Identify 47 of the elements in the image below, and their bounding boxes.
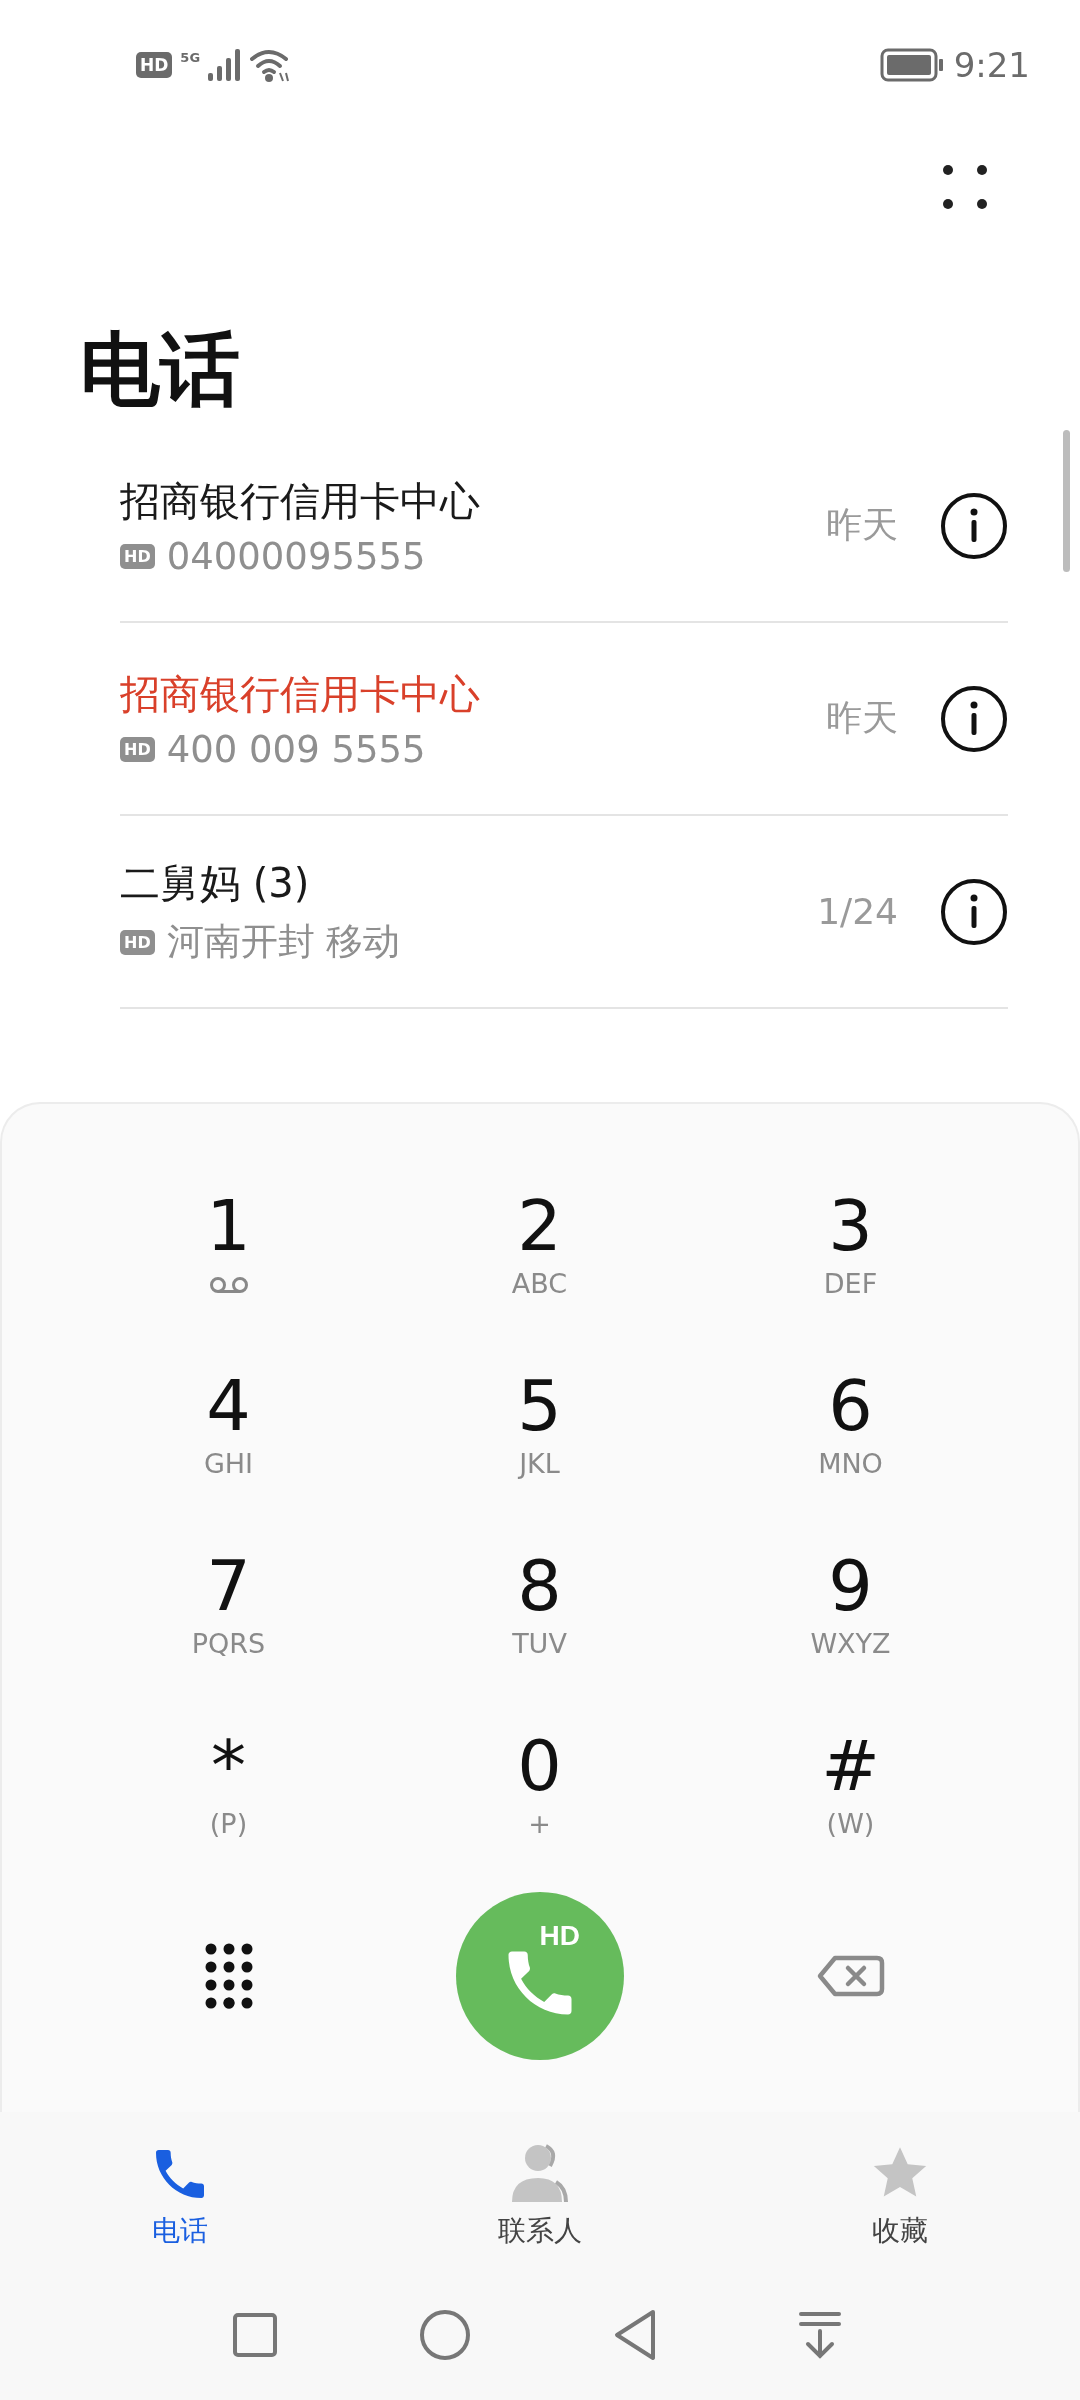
hd-badge: HD: [120, 736, 155, 762]
dial-key[interactable]: * (P): [73, 1726, 384, 1876]
dial-key[interactable]: 1: [73, 1186, 384, 1336]
dial-key[interactable]: 7 PQRS: [73, 1546, 384, 1696]
call-date: 昨天: [826, 503, 898, 547]
caller-name: 招商银行信用卡中心: [120, 476, 481, 526]
page-title: 电话: [80, 322, 241, 418]
dial-key[interactable]: 9 WXYZ: [695, 1546, 1006, 1696]
dial-key[interactable]: 4 GHI: [73, 1366, 384, 1516]
caller-name: 招商银行信用卡中心: [120, 669, 481, 719]
dial-key[interactable]: 2 ABC: [384, 1186, 695, 1336]
info-icon[interactable]: [940, 877, 1008, 946]
clock-time: 9:21: [953, 45, 1030, 85]
dial-key[interactable]: 3 DEF: [695, 1186, 1006, 1336]
caller-detail: 河南开封 移动: [166, 919, 401, 965]
caller-detail: 04000095555: [166, 534, 426, 578]
call-date: 1/24: [817, 891, 898, 932]
caller-name: 二舅妈 (3): [120, 859, 311, 908]
hd-badge: HD: [136, 52, 173, 78]
dial-key[interactable]: 6 MNO: [695, 1366, 1006, 1516]
hd-badge: HD: [120, 929, 155, 955]
hd-badge: HD: [120, 543, 155, 569]
home-icon[interactable]: [419, 2309, 472, 2361]
signal-icon: [208, 49, 243, 81]
voicemail-icon: [208, 1276, 249, 1294]
recents-icon[interactable]: [232, 2312, 278, 2358]
dial-key[interactable]: # (W): [695, 1726, 1006, 1876]
dialpad-icon[interactable]: [203, 1943, 254, 2009]
notification-drawer-icon[interactable]: [798, 2311, 842, 2359]
wifi-icon: [250, 48, 291, 82]
network-type: 5G: [180, 50, 201, 65]
info-icon[interactable]: [940, 491, 1008, 560]
tab[interactable]: 电话: [148, 2112, 212, 2250]
dial-key[interactable]: 0 +: [384, 1726, 695, 1876]
tab[interactable]: 联系人: [498, 2112, 582, 2250]
tab[interactable]: 收藏: [868, 2112, 932, 2250]
call-log-item[interactable]: 招商银行信用卡中心 HD 400 009 5555 昨天: [120, 623, 1008, 816]
info-icon[interactable]: [940, 684, 1008, 753]
dial-key[interactable]: 5 JKL: [384, 1366, 695, 1516]
caller-detail: 400 009 5555: [166, 727, 426, 771]
backspace-icon[interactable]: [816, 1955, 885, 1997]
call-log-item[interactable]: 招商银行信用卡中心 HD 04000095555 昨天: [120, 430, 1008, 623]
call-date: 昨天: [826, 696, 898, 740]
dial-key[interactable]: 8 TUV: [384, 1546, 695, 1696]
call-log-item[interactable]: 二舅妈 (3) HD 河南开封 移动 1/24: [120, 816, 1008, 1009]
battery-icon: [879, 48, 944, 82]
back-icon[interactable]: [612, 2309, 657, 2361]
